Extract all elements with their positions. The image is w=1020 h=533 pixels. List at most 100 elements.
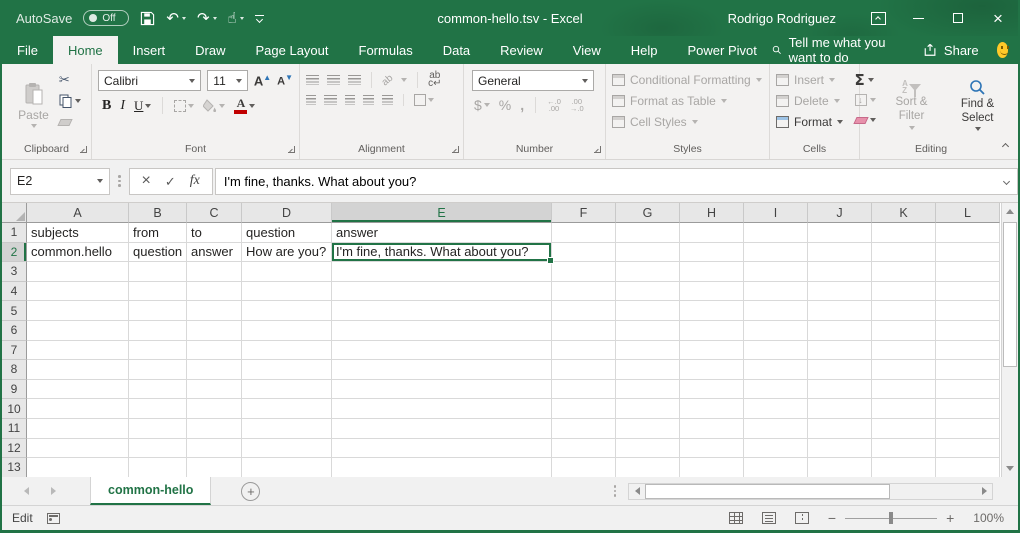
clear-button[interactable]: [855, 112, 876, 128]
cell-E11[interactable]: [332, 419, 552, 439]
autosave-toggle[interactable]: Off: [83, 10, 129, 26]
sort-filter-dropdown-icon[interactable]: [909, 126, 915, 130]
cell-J11[interactable]: [808, 419, 872, 439]
collapse-ribbon-button[interactable]: [1003, 138, 1008, 152]
cell-I6[interactable]: [744, 321, 808, 341]
cell-J13[interactable]: [808, 458, 872, 477]
cell-J9[interactable]: [808, 380, 872, 400]
cell-F8[interactable]: [552, 360, 616, 380]
align-left-icon[interactable]: [306, 95, 316, 105]
tab-data[interactable]: Data: [428, 36, 485, 64]
cell-E10[interactable]: [332, 399, 552, 419]
column-header-K[interactable]: K: [872, 203, 936, 223]
cell-H2[interactable]: [680, 243, 744, 263]
cell-D4[interactable]: [242, 282, 332, 302]
cell-I3[interactable]: [744, 262, 808, 282]
share-button[interactable]: Share: [923, 43, 979, 58]
cell-G1[interactable]: [616, 223, 680, 243]
merge-center-dropdown-icon[interactable]: [428, 98, 434, 102]
cell-L9[interactable]: [936, 380, 1000, 400]
cell-I11[interactable]: [744, 419, 808, 439]
cell-H8[interactable]: [680, 360, 744, 380]
cell-E9[interactable]: [332, 380, 552, 400]
cell-C6[interactable]: [187, 321, 242, 341]
cell-B2[interactable]: question: [129, 243, 187, 263]
scroll-right-button[interactable]: [976, 484, 992, 499]
page-break-view-button[interactable]: [795, 512, 809, 524]
column-header-I[interactable]: I: [744, 203, 808, 223]
row-header-3[interactable]: 3: [2, 262, 27, 282]
cell-G2[interactable]: [616, 243, 680, 263]
cell-A1[interactable]: subjects: [27, 223, 129, 243]
cell-E3[interactable]: [332, 262, 552, 282]
comma-format-button[interactable]: ,: [520, 97, 524, 113]
undo-button[interactable]: ↶: [166, 11, 186, 26]
fill-color-dropdown-icon[interactable]: [219, 104, 225, 108]
cell-D2[interactable]: How are you?: [242, 243, 332, 263]
cell-D12[interactable]: [242, 439, 332, 459]
font-family-select[interactable]: Calibri: [98, 70, 201, 91]
cell-G12[interactable]: [616, 439, 680, 459]
cell-L8[interactable]: [936, 360, 1000, 380]
tab-review[interactable]: Review: [485, 36, 558, 64]
column-header-J[interactable]: J: [808, 203, 872, 223]
cell-L2[interactable]: [936, 243, 1000, 263]
cell-A2[interactable]: common.hello: [27, 243, 129, 263]
cell-F10[interactable]: [552, 399, 616, 419]
cell-E13[interactable]: [332, 458, 552, 477]
cell-E6[interactable]: [332, 321, 552, 341]
cell-D10[interactable]: [242, 399, 332, 419]
find-select-dropdown-icon[interactable]: [975, 127, 981, 131]
cell-J7[interactable]: [808, 341, 872, 361]
cell-H12[interactable]: [680, 439, 744, 459]
horizontal-scroll-thumb[interactable]: [645, 484, 890, 499]
cell-H13[interactable]: [680, 458, 744, 477]
cell-F9[interactable]: [552, 380, 616, 400]
cell-C2[interactable]: answer: [187, 243, 242, 263]
number-format-select[interactable]: General: [472, 70, 594, 91]
undo-dropdown-icon[interactable]: [182, 17, 186, 20]
cell-C5[interactable]: [187, 301, 242, 321]
cell-B3[interactable]: [129, 262, 187, 282]
cell-H5[interactable]: [680, 301, 744, 321]
row-header-2[interactable]: 2: [2, 243, 27, 263]
cell-K9[interactable]: [872, 380, 936, 400]
cell-K4[interactable]: [872, 282, 936, 302]
cell-K8[interactable]: [872, 360, 936, 380]
cell-F6[interactable]: [552, 321, 616, 341]
sort-filter-button[interactable]: AZ Sort & Filter: [882, 68, 942, 142]
cell-C10[interactable]: [187, 399, 242, 419]
row-header-4[interactable]: 4: [2, 282, 27, 302]
cell-G3[interactable]: [616, 262, 680, 282]
underline-button[interactable]: U: [134, 98, 151, 114]
cell-J10[interactable]: [808, 399, 872, 419]
borders-dropdown-icon[interactable]: [188, 104, 194, 108]
tab-file[interactable]: File: [2, 36, 53, 64]
cell-B11[interactable]: [129, 419, 187, 439]
cell-A3[interactable]: [27, 262, 129, 282]
cell-A13[interactable]: [27, 458, 129, 477]
cell-C12[interactable]: [187, 439, 242, 459]
font-color-dropdown-icon[interactable]: [249, 104, 255, 108]
zoom-level[interactable]: 100%: [973, 511, 1004, 525]
tab-view[interactable]: View: [558, 36, 616, 64]
format-painter-button[interactable]: [59, 114, 81, 130]
fill-color-button[interactable]: [203, 99, 225, 112]
cell-D7[interactable]: [242, 341, 332, 361]
zoom-slider[interactable]: [845, 512, 937, 524]
row-header-5[interactable]: 5: [2, 301, 27, 321]
redo-dropdown-icon[interactable]: [213, 17, 217, 20]
dropdown-icon[interactable]: [837, 120, 843, 124]
cell-E1[interactable]: answer: [332, 223, 552, 243]
vertical-scrollbar[interactable]: [1001, 203, 1018, 477]
cell-K7[interactable]: [872, 341, 936, 361]
cell-B6[interactable]: [129, 321, 187, 341]
zoom-slider-thumb[interactable]: [889, 512, 893, 524]
new-sheet-button[interactable]: +: [241, 482, 260, 501]
cell-E12[interactable]: [332, 439, 552, 459]
zoom-in-button[interactable]: +: [946, 511, 954, 525]
tab-power-pivot[interactable]: Power Pivot: [673, 36, 772, 64]
tab-bar-resize-handle[interactable]: [614, 485, 617, 497]
cell-C7[interactable]: [187, 341, 242, 361]
dropdown-icon[interactable]: [756, 78, 762, 82]
